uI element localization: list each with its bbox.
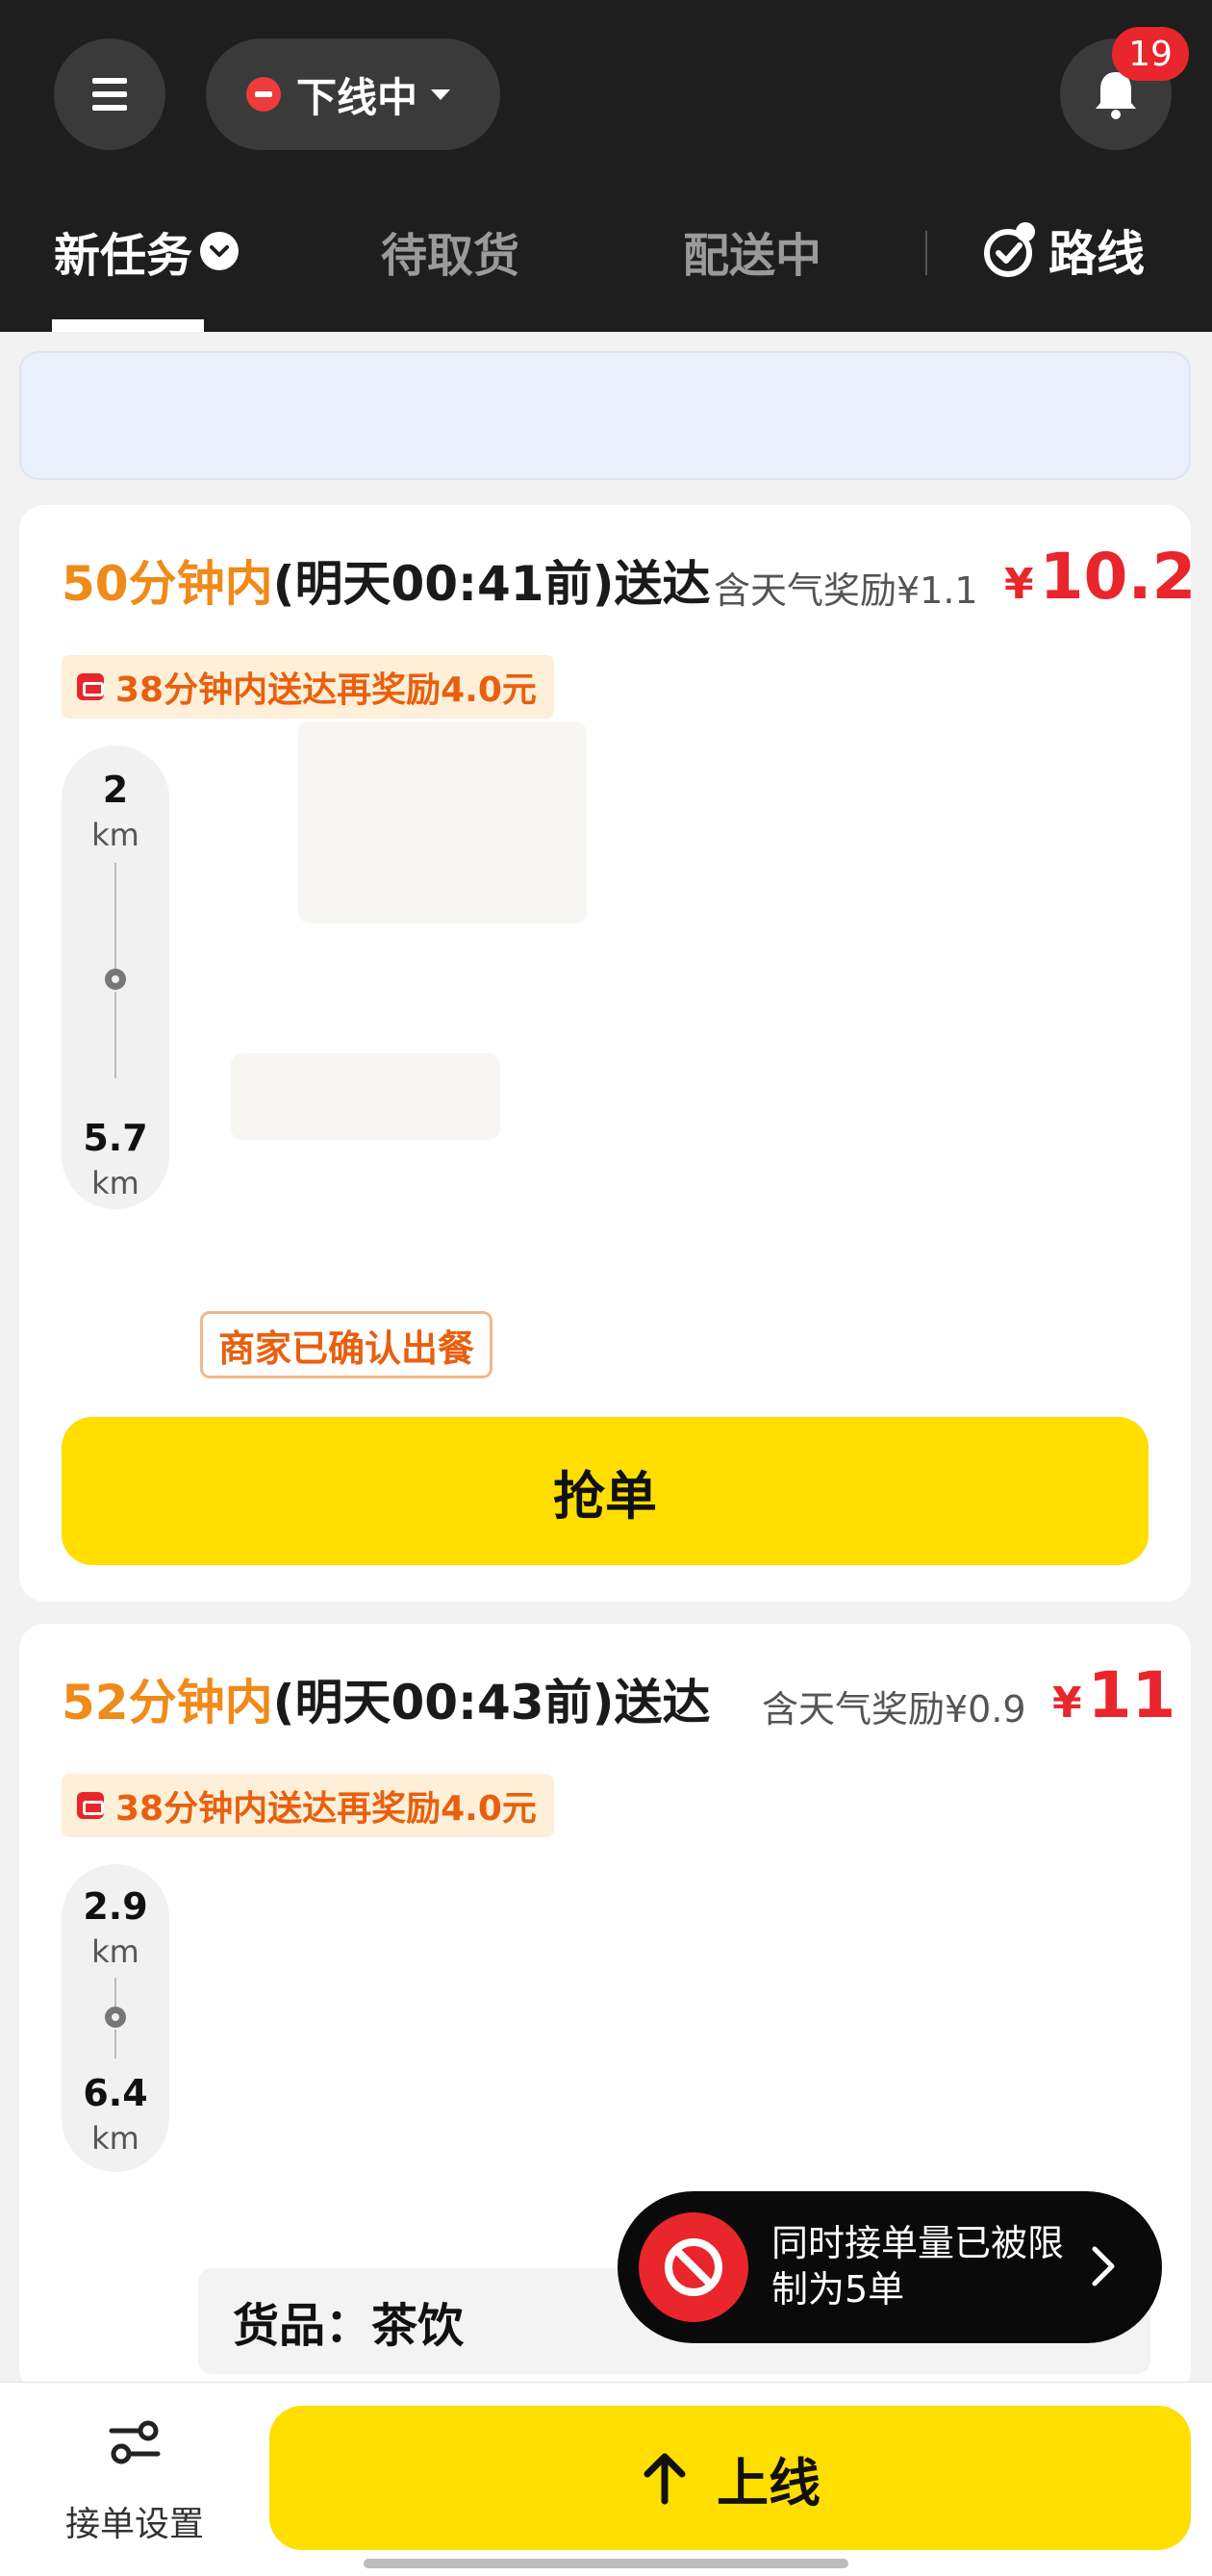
delivery-distance-unit: km — [91, 1165, 139, 1201]
tab-new-tasks-label: 新任务 — [54, 229, 193, 283]
delivery-time: 50分钟内(明天00:41前)送达 — [62, 545, 710, 615]
red-packet-icon — [77, 1792, 104, 1819]
route-line — [114, 992, 116, 1078]
chevron-right-icon — [1092, 2246, 1115, 2286]
order-card[interactable]: 50分钟内(明天00:41前)送达 含天气奖励¥1.1 ¥ 10.2 38分钟内… — [19, 505, 1191, 1602]
notification-count-badge: 19 — [1112, 27, 1189, 81]
route-line — [114, 863, 116, 969]
order-limit-message: 同时接单量已被限制为5单 — [771, 2222, 1065, 2311]
weather-bonus: 含天气奖励¥1.1 — [714, 569, 978, 612]
delivery-distance: 6.4 — [83, 2072, 148, 2114]
tab-to-pickup[interactable]: 待取货 — [381, 217, 519, 285]
weather-bonus: 含天气奖励¥0.9 — [762, 1688, 1026, 1730]
pickup-distance-unit: km — [91, 817, 139, 853]
caret-down-icon — [431, 88, 451, 100]
tab-new-tasks[interactable]: 新任务 — [54, 217, 240, 285]
merchant-status-tag: 商家已确认出餐 — [200, 1311, 493, 1378]
promo-badge: 38分钟内送达再奖励4.0元 — [62, 655, 554, 719]
go-online-label: 上线 — [717, 2452, 821, 2513]
delivery-deadline: (明天00:41前)送达 — [272, 556, 711, 612]
order-settings-label: 接单设置 — [64, 2505, 204, 2544]
home-indicator — [364, 2559, 848, 2568]
promo-badge: 38分钟内送达再奖励4.0元 — [62, 1774, 554, 1837]
chevron-down-circle-icon — [200, 232, 240, 270]
price-amount: 11 — [1087, 1658, 1176, 1732]
route-button[interactable]: 路线 — [981, 215, 1145, 285]
menu-button[interactable] — [54, 38, 165, 150]
tab-delivering[interactable]: 配送中 — [683, 217, 821, 285]
top-header: 下线中 19 新任务 待取货 配送中 路线 — [0, 0, 1212, 332]
currency-symbol: ¥ — [1004, 560, 1034, 609]
bottom-bar: 接单设置 上线 — [0, 2382, 1212, 2576]
delivery-time-highlight: 52分钟内 — [62, 1675, 273, 1730]
pickup-distance: 2 — [102, 769, 129, 811]
redacted-address — [298, 721, 587, 923]
delivery-distance: 5.7 — [83, 1117, 148, 1159]
menu-icon — [92, 78, 127, 111]
red-packet-icon — [77, 673, 104, 700]
delivery-distance-unit: km — [91, 2120, 139, 2157]
delivery-deadline: (明天00:43前)送达 — [272, 1675, 711, 1730]
price-amount: 10.2 — [1039, 540, 1191, 614]
route-map-pin-icon — [984, 222, 1035, 277]
order-price: ¥ 11 — [1052, 1658, 1175, 1732]
promo-text: 38分钟内送达再奖励4.0元 — [115, 1789, 537, 1829]
distance-column: 2 km 5.7 km — [62, 745, 169, 1209]
tab-divider — [925, 231, 927, 275]
currency-symbol: ¥ — [1052, 1679, 1082, 1728]
active-tab-indicator — [52, 319, 204, 332]
work-status-dropdown[interactable]: 下线中 — [206, 38, 500, 150]
map-pin-icon — [105, 2007, 126, 2028]
redacted-address — [231, 1053, 500, 1140]
settings-sliders-icon — [109, 2420, 161, 2464]
promo-text: 38分钟内送达再奖励4.0元 — [115, 670, 537, 710]
delivery-time: 52分钟内(明天00:43前)送达 — [62, 1664, 710, 1733]
pickup-distance: 2.9 — [83, 1885, 148, 1928]
map-pin-icon — [105, 969, 126, 990]
route-line — [114, 2030, 116, 2058]
offline-status-icon — [246, 77, 281, 112]
arrow-up-icon — [644, 2453, 686, 2505]
task-tabs: 新任务 待取货 配送中 路线 — [0, 202, 1212, 332]
go-online-button[interactable]: 上线 — [269, 2406, 1191, 2550]
delivery-time-highlight: 50分钟内 — [62, 556, 273, 612]
work-status-label: 下线中 — [296, 73, 418, 121]
distance-column: 2.9 km 6.4 km — [62, 1864, 169, 2172]
pickup-distance-unit: km — [91, 1933, 139, 1970]
order-limit-toast[interactable]: 同时接单量已被限制为5单 — [618, 2191, 1162, 2343]
route-line — [114, 1978, 116, 2007]
info-banner[interactable] — [19, 351, 1191, 480]
grab-order-button[interactable]: 抢单 — [62, 1417, 1149, 1565]
order-settings-button[interactable]: 接单设置 — [38, 2417, 231, 2552]
prohibited-icon — [639, 2212, 748, 2322]
route-label: 路线 — [1048, 226, 1145, 282]
order-price: ¥ 10.2 — [1004, 540, 1191, 614]
